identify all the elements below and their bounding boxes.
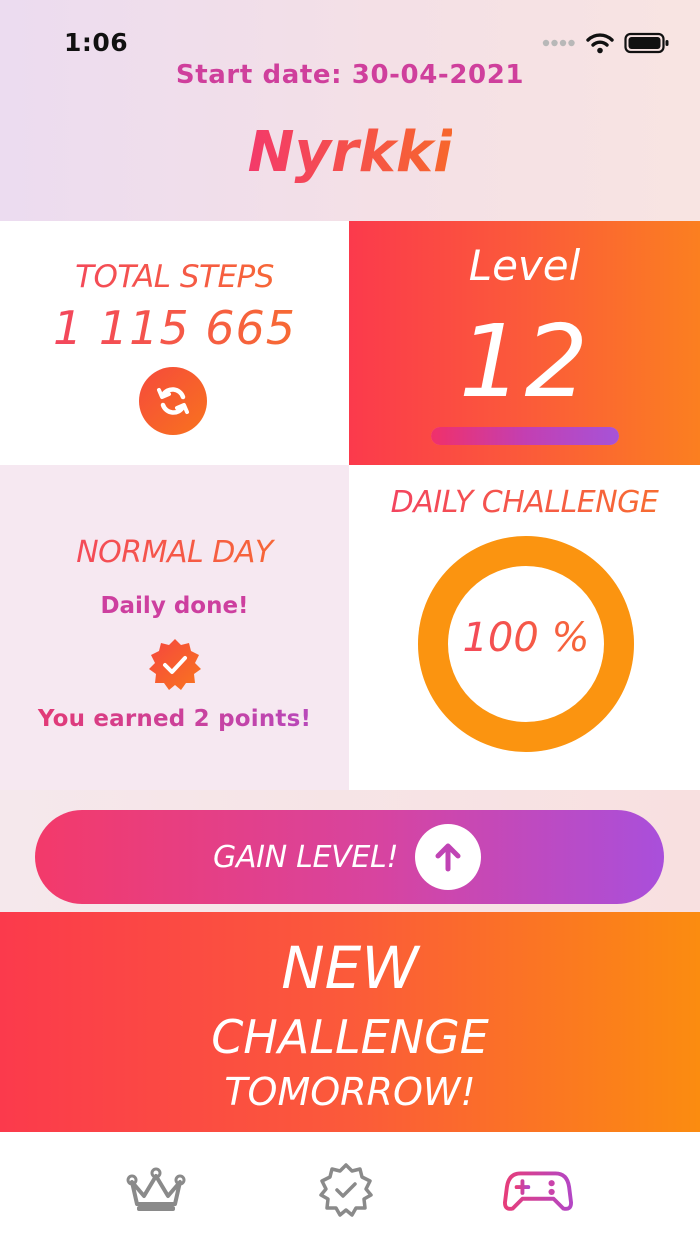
- tab-leaderboard[interactable]: [121, 1162, 191, 1218]
- start-date: Start date: 30-04-2021: [175, 60, 525, 90]
- total-steps-title: TOTAL STEPS: [0, 259, 349, 295]
- new-challenge-line1: NEW: [281, 934, 419, 1002]
- level-progress-bar: [431, 427, 619, 445]
- tab-challenges[interactable]: [503, 1162, 573, 1218]
- status-bar: 1:06: [0, 0, 700, 60]
- level-tile: Level 12: [349, 221, 700, 465]
- status-icons: [542, 32, 670, 54]
- wifi-icon: [586, 33, 614, 54]
- gain-level-arrow: [415, 824, 481, 890]
- level-value: 12: [458, 303, 591, 420]
- normal-day-tile: NORMAL DAY Daily done! You earned 2 poin…: [0, 465, 349, 790]
- points-earned-text: You earned 2 points!: [0, 706, 349, 732]
- gain-level-section: GAIN LEVEL!: [0, 790, 700, 912]
- daily-done-text: Daily done!: [100, 593, 249, 619]
- battery-icon: [624, 32, 669, 54]
- new-challenge-line2: CHALLENGE: [211, 1010, 489, 1064]
- header: 1:06 Start date: 30-04-2021 Nyrkki: [0, 0, 700, 221]
- level-label: Level: [468, 241, 581, 290]
- daily-challenge-title: DAILY CHALLENGE: [349, 485, 700, 520]
- total-steps-tile: TOTAL STEPS 1 115 665: [0, 221, 349, 465]
- app-title-text: Nyrkki: [247, 120, 453, 185]
- gain-level-label: GAIN LEVEL!: [213, 840, 399, 875]
- signal-icon: [542, 39, 575, 47]
- arrow-up-icon: [435, 843, 461, 872]
- normal-day-title: NORMAL DAY: [0, 535, 349, 570]
- gamepad-icon: [503, 1171, 573, 1211]
- refresh-icon: [157, 387, 189, 415]
- tab-bar: [0, 1132, 700, 1244]
- daily-progress-label: 100 %: [417, 615, 635, 661]
- check-badge-icon: [319, 1163, 373, 1217]
- new-challenge-line3: TOMORROW!: [224, 1070, 476, 1114]
- gain-level-button[interactable]: GAIN LEVEL!: [35, 810, 664, 904]
- app-title: Nyrkki: [0, 120, 700, 185]
- daily-challenge-tile: DAILY CHALLENGE 100 %: [349, 465, 700, 790]
- refresh-steps-button[interactable]: [139, 367, 207, 435]
- check-badge-icon: [149, 639, 201, 690]
- total-steps-value: 1 115 665: [0, 301, 349, 355]
- crown-icon: [126, 1167, 186, 1211]
- new-challenge-banner: NEW CHALLENGE TOMORROW!: [0, 912, 700, 1132]
- level-progress-fill: [431, 427, 619, 445]
- status-time: 1:06: [64, 28, 129, 57]
- tab-achievements[interactable]: [311, 1162, 381, 1218]
